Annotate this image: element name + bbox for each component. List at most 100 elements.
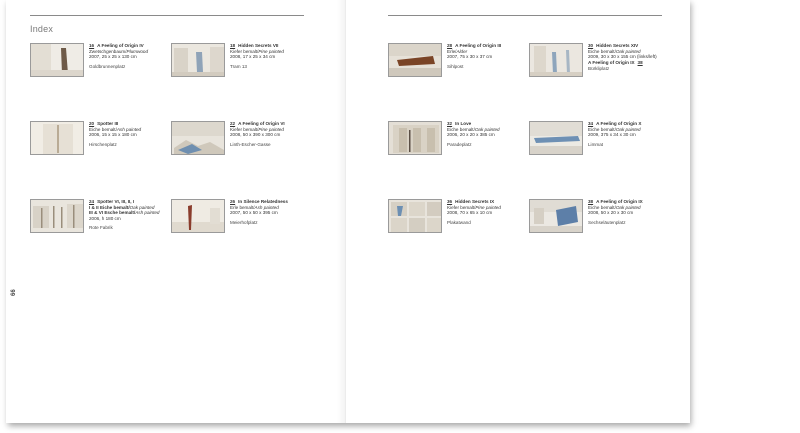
entry-material-en: Pine painted — [475, 204, 501, 210]
entry-extra-page-ref[interactable]: 38 — [638, 60, 643, 65]
entry-location: Paradeplatz — [447, 141, 472, 147]
entry-material: Eiche bemalt — [588, 204, 615, 210]
index-entry[interactable]: 32 In Love Eiche bemalt/Oak painted 2006,… — [388, 121, 528, 161]
entry-location: Rote Fabrik — [89, 225, 113, 231]
artwork-thumbnail[interactable] — [30, 199, 84, 233]
artwork-thumbnail[interactable] — [529, 43, 583, 77]
entry-dims: 2008, 17 x 25 x 34 cm — [230, 54, 276, 60]
entry-dims: 2006, 20 x 20 x 385 cm — [447, 132, 495, 138]
entry-location: Sechseläutenplatz — [588, 219, 626, 225]
entry-material-2-en: Ash painted — [135, 210, 160, 216]
entry-page-ref[interactable]: 36 — [447, 199, 452, 204]
entry-title: Spotter VI, III, II, I — [97, 199, 135, 204]
entry-info: 36 Hidden Secrets IX Kiefer bemalt/Pine p… — [447, 199, 533, 225]
entry-dims: 2007, 75 x 30 x 37 cm — [447, 54, 493, 60]
entry-title: Spotter III — [97, 121, 119, 126]
entry-material: Kiefer bemalt — [230, 48, 258, 54]
entry-page-ref[interactable]: 32 — [447, 121, 452, 126]
entry-page-ref[interactable]: 16 — [89, 43, 94, 48]
artwork-thumbnail[interactable] — [388, 43, 442, 77]
entry-material: Kiefer bemalt — [447, 204, 475, 210]
entry-title: A Feeling of Origin IV — [97, 43, 144, 48]
entry-info: 26 In Silence Relatedness Erle bemalt/Ash… — [230, 199, 316, 225]
entry-page-ref[interactable]: 26 — [230, 199, 235, 204]
entry-dims: 2006, h 180 cm — [89, 215, 121, 221]
entry-page-ref[interactable]: 38 — [588, 199, 593, 204]
entry-material: Erle — [447, 48, 456, 54]
entry-info: 24 Spotter VI, III, II, I I & II Eiche be… — [89, 199, 175, 231]
entry-title: In Love — [455, 121, 472, 126]
right-page: 28 A Feeling of Origin III Erle/Alder 200… — [345, 0, 690, 423]
entry-title: A Feeling of Origin III — [455, 43, 502, 48]
entry-material-en: Oak painted — [615, 48, 641, 54]
left-page: Index 66 16 A Feeling of Origin IV Zwetsc… — [6, 0, 345, 423]
index-entry[interactable]: 18 Hidden Secrets VII Kiefer bemalt/Pine … — [171, 43, 311, 83]
entry-material-en: Oak painted — [474, 126, 500, 132]
entry-info: 38 A Feeling of Origin IX Eiche bemalt/Oa… — [588, 199, 674, 225]
entry-page-ref[interactable]: 30 — [588, 43, 593, 48]
entry-page-ref[interactable]: 28 — [447, 43, 452, 48]
index-entry[interactable]: 16 A Feeling of Origin IV Zwetschgenbaum/… — [30, 43, 170, 83]
entry-material-en: Oak painted — [615, 126, 641, 132]
entry-material-2: III & VI Esche bemalt — [89, 210, 134, 216]
entry-info: 34 A Feeling of Origin X Eiche bemalt/Oak… — [588, 121, 674, 147]
entry-info: 30 Hidden Secrets XIV Eiche bemalt/Oak pa… — [588, 43, 674, 72]
entry-page-ref[interactable]: 24 — [89, 199, 94, 204]
artwork-thumbnail[interactable] — [171, 121, 225, 155]
entry-material: Eiche bemalt — [89, 126, 116, 132]
index-entry[interactable]: 30 Hidden Secrets XIV Eiche bemalt/Oak pa… — [529, 43, 669, 83]
entry-dims: 2006, 15 x 15 x 180 cm — [89, 132, 137, 138]
entry-material: Eiche bemalt — [447, 126, 474, 132]
artwork-thumbnail[interactable] — [529, 199, 583, 233]
artwork-thumbnail[interactable] — [30, 121, 84, 155]
artwork-thumbnail[interactable] — [30, 43, 84, 77]
entry-dims: 2008, 50 x 20 x 30 cm — [588, 210, 634, 216]
entry-info: 22 A Feeling of Origin VI Kiefer bemalt/P… — [230, 121, 316, 147]
entry-location: Sihlpost — [447, 63, 464, 69]
index-entry[interactable]: 28 A Feeling of Origin III Erle/Alder 200… — [388, 43, 528, 83]
entry-dims: 2008, 70 x 65 x 10 cm — [447, 210, 493, 216]
entry-location: Bürkliplatz — [588, 66, 610, 72]
index-entry[interactable]: 26 In Silence Relatedness Erle bemalt/Ash… — [171, 199, 311, 239]
entry-page-ref[interactable]: 22 — [230, 121, 235, 126]
entry-page-ref[interactable]: 20 — [89, 121, 94, 126]
entry-title: Hidden Secrets IX — [455, 199, 495, 204]
entry-location: Limmat — [588, 141, 604, 147]
entry-info: 20 Spotter III Eiche bemalt/Ash painted 2… — [89, 121, 175, 147]
artwork-thumbnail[interactable] — [171, 43, 225, 77]
index-entry[interactable]: 24 Spotter VI, III, II, I I & II Eiche be… — [30, 199, 170, 239]
entry-title: A Feeling of Origin IX — [596, 199, 643, 204]
top-rule — [388, 15, 662, 16]
index-entry[interactable]: 36 Hidden Secrets IX Kiefer bemalt/Pine p… — [388, 199, 528, 239]
entry-info: 28 A Feeling of Origin III Erle/Alder 200… — [447, 43, 533, 69]
entry-title: In Silence Relatedness — [238, 199, 288, 204]
entry-title: A Feeling of Origin VI — [238, 121, 285, 126]
entry-material: I & II Eiche bemalt — [89, 204, 129, 210]
entry-material-en: Pine painted — [258, 126, 284, 132]
entry-info: 32 In Love Eiche bemalt/Oak painted 2006,… — [447, 121, 533, 147]
artwork-thumbnail[interactable] — [529, 121, 583, 155]
entry-location: Goldbrunnenplatz — [89, 63, 126, 69]
entry-material: Eiche bemalt — [588, 48, 615, 54]
entry-dims: 2009, 375 x 34 x 30 cm — [588, 132, 636, 138]
index-entry[interactable]: 38 A Feeling of Origin IX Eiche bemalt/Oa… — [529, 199, 669, 239]
index-entry[interactable]: 22 A Feeling of Origin VI Kiefer bemalt/P… — [171, 121, 311, 161]
entry-dims: 2008, 50 x 390 x 300 cm — [230, 132, 281, 138]
entry-material-en: Oak painted — [615, 204, 641, 210]
artwork-thumbnail[interactable] — [388, 121, 442, 155]
entry-location: Tram 13 — [230, 63, 247, 69]
entry-page-ref[interactable]: 18 — [230, 43, 235, 48]
artwork-thumbnail[interactable] — [388, 199, 442, 233]
page-number: 66 — [11, 289, 17, 296]
index-entry[interactable]: 34 A Feeling of Origin X Eiche bemalt/Oak… — [529, 121, 669, 161]
index-entry[interactable]: 20 Spotter III Eiche bemalt/Ash painted 2… — [30, 121, 170, 161]
index-heading: Index — [30, 24, 54, 34]
entry-material-en: Oak painted — [129, 204, 155, 210]
entry-dims: 2007, 50 x 50 x 395 cm — [230, 210, 278, 216]
entry-material: Erle bemalt — [230, 204, 254, 210]
artwork-thumbnail[interactable] — [171, 199, 225, 233]
entry-page-ref[interactable]: 34 — [588, 121, 593, 126]
entry-material-en: Pine painted — [258, 48, 284, 54]
book-spread: Index 66 16 A Feeling of Origin IV Zwetsc… — [6, 0, 690, 423]
entry-material: Eiche bemalt — [588, 126, 615, 132]
